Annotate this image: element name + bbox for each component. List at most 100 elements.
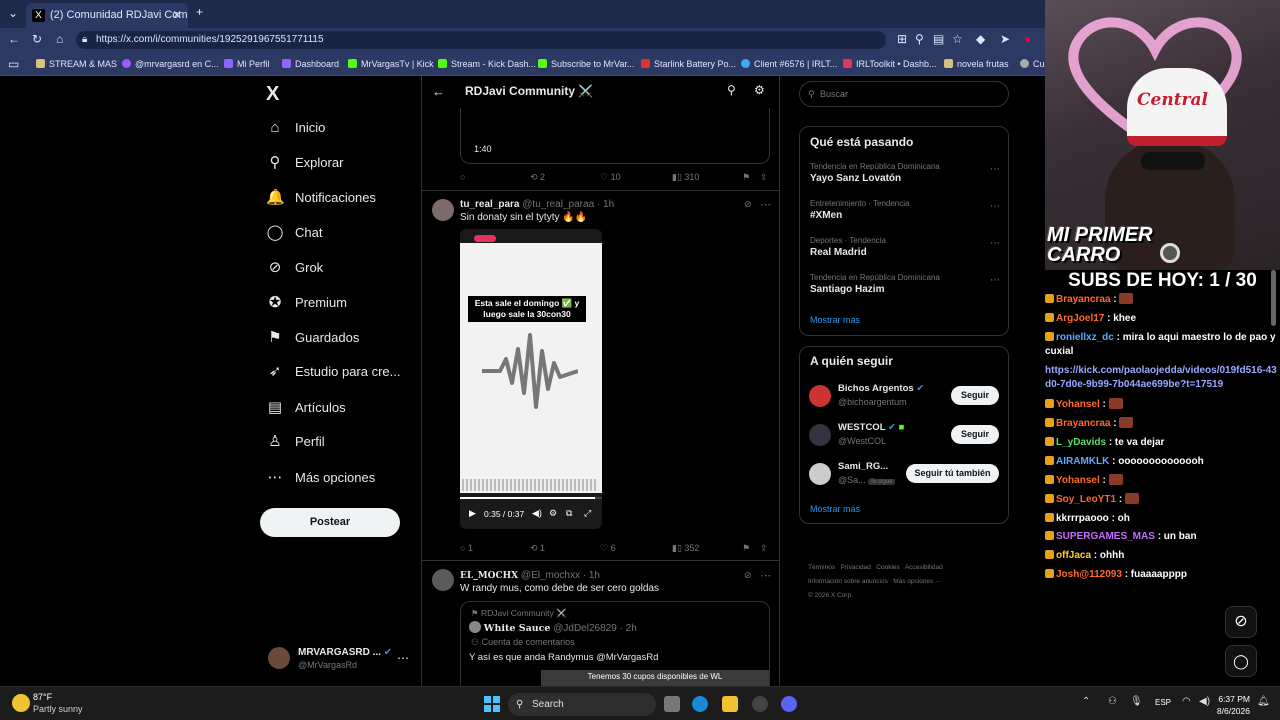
clock-date[interactable]: 8/6/2026 — [1214, 706, 1250, 716]
bookmark-10[interactable]: novela frutas — [944, 52, 1009, 76]
bookmark-action-icon[interactable]: ⚑ — [742, 172, 750, 183]
tab-active[interactable]: X (2) Comunidad RDJavi Community ✕ — [26, 3, 188, 28]
back-icon[interactable]: ← — [8, 32, 20, 46]
chat-username[interactable]: Soy_LeoYT1 — [1056, 494, 1116, 505]
bookmark-11[interactable]: Cu — [1020, 52, 1045, 76]
messages-float-icon[interactable]: ◯ — [1225, 645, 1257, 677]
chat-username[interactable]: SUPERGAMES_MAS — [1056, 531, 1155, 542]
wifi-icon[interactable]: ◠ — [1182, 696, 1191, 707]
sidebar-item-2[interactable]: 🔔 Notificaciones — [266, 184, 376, 212]
bookmark-action-icon[interactable]: ⚑ — [742, 543, 750, 554]
trend-item[interactable]: Tendencia en República Dominicana Santiag… — [810, 273, 1000, 295]
chat-username[interactable]: AIRAMKLK — [1056, 456, 1109, 467]
sidebar-item-3[interactable]: ◯ Chat — [266, 219, 323, 247]
settings-gear-icon[interactable]: ⚙ — [754, 83, 765, 97]
new-tab-icon[interactable]: + — [196, 5, 203, 19]
language-indicator[interactable]: ESP — [1155, 698, 1171, 707]
pip-icon[interactable]: ⧉ — [566, 508, 572, 519]
reload-icon[interactable]: ↻ — [32, 32, 42, 46]
taskbar-search[interactable]: ⚲ Search — [508, 693, 656, 716]
suggestion-name[interactable]: Sami_RG... — [838, 461, 888, 472]
fullscreen-icon[interactable]: ⤢ — [584, 508, 591, 519]
search-input[interactable]: ⚲ Buscar — [799, 81, 1009, 107]
suggestion-name[interactable]: Bichos Argentos ✔ — [838, 383, 924, 394]
x-logo-icon[interactable]: X — [266, 83, 279, 106]
volume-icon[interactable]: ◀) — [532, 508, 542, 519]
follow-button[interactable]: Seguir — [951, 386, 999, 405]
avatar[interactable] — [268, 647, 290, 669]
like-action[interactable]: ♡ 6 — [600, 543, 616, 554]
close-icon[interactable]: ✕ — [172, 3, 182, 28]
sidebar-item-5[interactable]: ✪ Premium — [266, 289, 347, 317]
avatar[interactable] — [432, 569, 454, 591]
bookmark-2[interactable]: Mi Perfil — [224, 52, 270, 76]
zoom-icon[interactable]: ⚲ — [915, 32, 924, 46]
grok-float-icon[interactable]: ⊘ — [1225, 606, 1257, 638]
sidebar-item-1[interactable]: ⚲ Explorar — [266, 149, 344, 177]
avatar[interactable] — [809, 463, 831, 485]
tray-network-icon[interactable]: ⚇ — [1108, 696, 1117, 707]
chat-username[interactable]: L_yDavids — [1056, 437, 1106, 448]
follow-button[interactable]: Seguir — [951, 425, 999, 444]
home-browser-icon[interactable]: ⌂ — [56, 32, 63, 46]
tray-chevron-icon[interactable]: ⌃ — [1082, 696, 1090, 707]
bookmark-8[interactable]: Client #6576 | IRLT... — [741, 52, 837, 76]
tab-list-icon[interactable]: ⌄ — [8, 6, 18, 20]
chat-link[interactable]: https://kick.com/paolaojedda/videos/019f… — [1045, 365, 1277, 390]
grok-post-icon[interactable]: ⊘ — [744, 199, 752, 210]
volume-icon[interactable]: ◀) — [1199, 696, 1210, 707]
chat-username[interactable]: Josh@112093 — [1056, 569, 1122, 580]
diamond-extension-icon[interactable]: ◆ — [976, 32, 985, 46]
sidebar-item-0[interactable]: ⌂ Inicio — [266, 114, 325, 142]
grok-post-icon[interactable]: ⊘ — [744, 570, 752, 581]
show-more-link[interactable]: Mostrar más — [810, 504, 860, 514]
chat-username[interactable]: roniellxz_dc — [1056, 332, 1114, 343]
arrow-extension-icon[interactable]: ➤ — [1000, 32, 1010, 46]
account-name[interactable]: MRVARGASRD ... ✔ — [298, 647, 392, 658]
reader-icon[interactable]: ▤ — [933, 32, 944, 46]
sidebar-item-7[interactable]: ➶ Estudio para cre... — [266, 358, 401, 386]
red-extension-icon[interactable]: ● — [1024, 32, 1031, 46]
sidebar-item-9[interactable]: ♙ Perfil — [266, 428, 324, 456]
chat-username[interactable]: kkrrrpaooo — [1056, 513, 1109, 524]
avatar[interactable] — [809, 385, 831, 407]
notification-bell-icon[interactable]: 🔔︎ — [1257, 696, 1270, 707]
bookmark-9[interactable]: IRLToolkit • Dashb... — [843, 52, 937, 76]
chat-username[interactable]: offJaca — [1056, 550, 1091, 561]
reply-action[interactable]: ○ 1 — [460, 543, 473, 553]
repost-action[interactable]: ⟲ 1 — [530, 543, 545, 554]
trend-item[interactable]: Tendencia en República Dominicana Yayo Sa… — [810, 162, 1000, 184]
url-field[interactable]: 🔒︎ https://x.com/i/communities/192529196… — [76, 31, 886, 49]
sidebar-item-10[interactable]: ⋯ Más opciones — [266, 464, 376, 492]
clock-time[interactable]: 6:37 PM — [1218, 694, 1250, 704]
share-icon[interactable]: ⇪ — [760, 172, 768, 183]
discord-icon[interactable] — [781, 696, 797, 712]
progress-track[interactable] — [460, 497, 602, 499]
sidebar-item-6[interactable]: ⚑ Guardados — [266, 324, 359, 352]
bookmark-3[interactable]: Dashboard — [282, 52, 339, 76]
trend-item[interactable]: Deportes · Tendencia Real Madrid ⋯ — [810, 236, 1000, 258]
scrollbar-thumb[interactable] — [1271, 270, 1276, 326]
show-more-link[interactable]: Mostrar más — [810, 315, 860, 325]
avatar[interactable] — [809, 424, 831, 446]
chat-username[interactable]: Yohansel — [1056, 399, 1100, 410]
avatar[interactable] — [432, 199, 454, 221]
account-more-icon[interactable]: ⋯ — [397, 651, 409, 665]
windows-start-icon[interactable] — [484, 696, 500, 712]
quote-media[interactable]: Tenemos 30 cupos disponibles de WL — [541, 670, 769, 686]
weather-temp[interactable]: 87°F — [33, 692, 52, 702]
edge-icon[interactable] — [692, 696, 708, 712]
follow-back-button[interactable]: Seguir tú también — [906, 464, 999, 483]
obs-icon[interactable] — [752, 696, 768, 712]
chat-username[interactable]: Brayancraa — [1056, 294, 1110, 305]
quoted-post[interactable]: ⚑ RDJavi Community ⚔️ White Sauce @JdDel… — [460, 601, 770, 686]
weather-icon[interactable] — [12, 694, 30, 712]
views-action[interactable]: ▮▯ 310 — [672, 172, 699, 183]
post-more-icon[interactable]: ⋯ — [760, 569, 771, 582]
repost-action[interactable]: ⟲ 2 — [530, 172, 545, 183]
previous-video[interactable]: 1:40 — [460, 108, 770, 164]
favorite-star-icon[interactable]: ☆ — [952, 32, 963, 46]
play-icon[interactable]: ▶ — [469, 508, 476, 519]
search-icon[interactable]: ⚲ — [727, 83, 736, 97]
bookmark-7[interactable]: Starlink Battery Po... — [641, 52, 736, 76]
